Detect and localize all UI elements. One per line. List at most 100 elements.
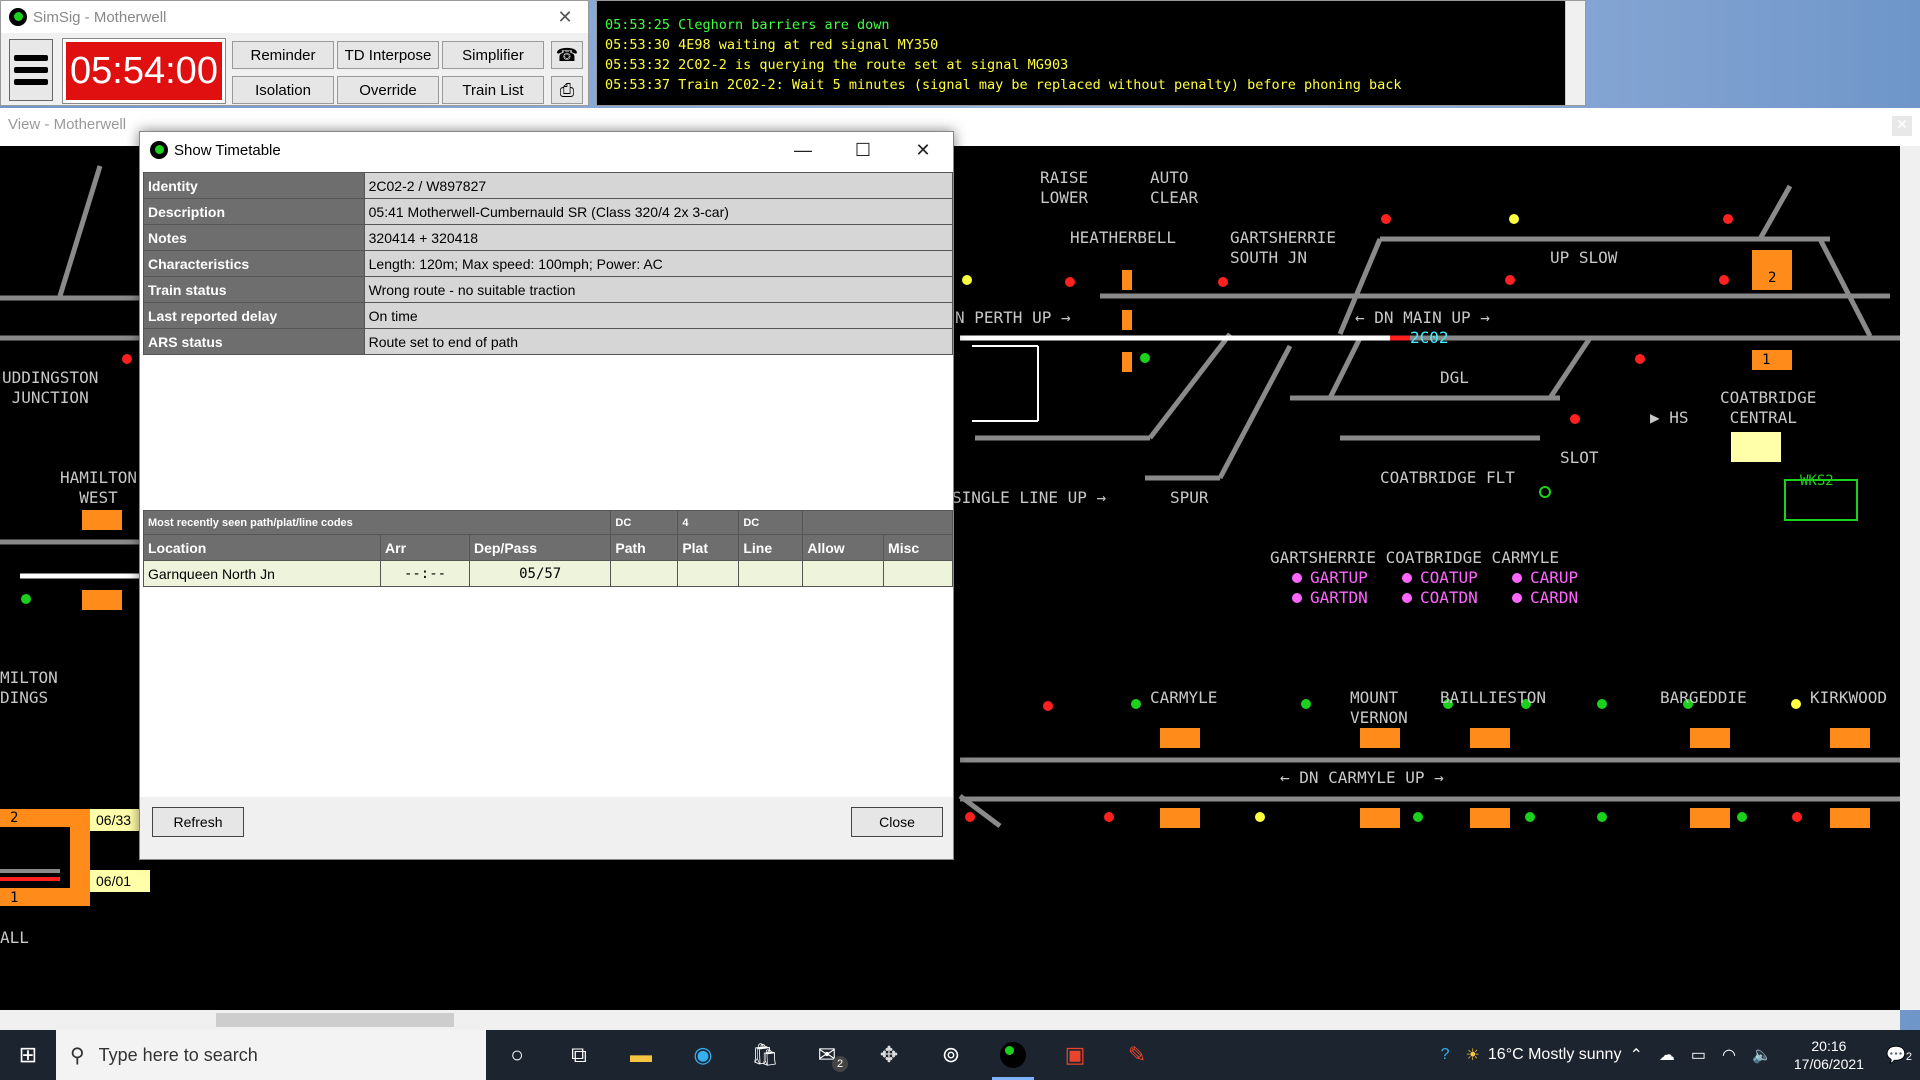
column-header[interactable]: Line [738,534,804,561]
battery-icon[interactable]: ▭ [1691,1045,1706,1065]
view-vertical-scrollbar[interactable] [1900,146,1920,1010]
dn-main-up-label: ← DN MAIN UP → [1355,308,1490,327]
override-button[interactable]: Override [337,76,439,104]
simplifier-button[interactable]: Simplifier [442,41,544,69]
sim-clock[interactable]: 05:54:00 [62,38,226,104]
cloud-icon[interactable]: ☁ [1659,1045,1675,1065]
printer-icon[interactable]: ⎙ [551,76,583,104]
simsig-main-window: SimSig - Motherwell ✕ 05:54:00 Reminder … [0,0,589,106]
codes-row: Most recently seen path/plat/line codes … [142,510,953,535]
clock-date: 17/06/2021 [1793,1056,1864,1072]
close-button[interactable]: Close [851,807,943,837]
info-row: Notes 320414 + 320418 [143,224,954,251]
windows-start-icon[interactable]: ⊞ [0,1030,56,1080]
maximize-icon[interactable]: ☐ [833,140,893,161]
info-key: Identity [143,172,365,199]
scrollbar-thumb[interactable] [216,1013,454,1027]
close-icon[interactable]: ✕ [893,140,953,161]
store-icon[interactable]: 🛍 [734,1030,796,1080]
column-header[interactable]: Arr [380,534,470,561]
train-headcode[interactable]: 2C02 [1410,328,1449,348]
telephone-icon[interactable]: ☎ [551,41,583,69]
message-line: 05:53:32 2C02-2 is querying the route se… [605,57,1069,73]
column-header[interactable]: Path [610,534,679,561]
simsig-logo-icon [1000,1042,1026,1068]
file-explorer-icon[interactable]: ▬ [610,1030,672,1080]
coatup-button[interactable]: COATUP [1402,568,1478,588]
taskbar-clock[interactable]: 20:16 17/06/2021 [1794,1037,1864,1073]
info-key: Train status [143,276,365,303]
info-value: Length: 120m; Max speed: 100mph; Power: … [363,250,954,277]
gartup-button[interactable]: GARTUP [1292,568,1368,588]
mail-badge: 2 [832,1056,848,1072]
hamilton-west-label: HAMILTON WEST [60,468,138,507]
all-label: ALL [0,928,29,947]
simsig-window-title: SimSig - Motherwell [33,8,167,26]
dn-carmyle-up-label: ← DN CARMYLE UP → [1280,768,1444,787]
close-icon[interactable]: ✕ [542,7,588,28]
task-view-icon[interactable]: ⧉ [548,1030,610,1080]
group-headings: GARTSHERRIE COATBRIDGE CARMYLE [1270,548,1559,567]
coatbridge-flt-label: COATBRIDGE FLT [1380,468,1515,487]
close-icon[interactable]: ✕ [1892,116,1912,136]
coatdn-button[interactable]: COATDN [1402,588,1478,608]
train-list-button[interactable]: Train List [442,76,544,104]
hamburger-menu-button[interactable] [9,39,53,101]
column-header[interactable]: Plat [677,534,740,561]
refresh-button[interactable]: Refresh [152,807,244,837]
info-value: Route set to end of path [363,328,954,355]
raise-label: RAISE [1040,168,1089,187]
allow-cell [802,560,885,587]
timetable-berth-0633[interactable]: 06/33 [96,810,131,830]
slot-label: SLOT [1560,448,1599,467]
editor-app-icon[interactable]: ✎ [1106,1030,1168,1080]
carup-button[interactable]: CARUP [1512,568,1578,588]
reminder-button[interactable]: Reminder [232,41,334,69]
search-icon: ⚲ [70,1044,85,1067]
cortana-icon[interactable]: ○ [486,1030,548,1080]
info-row: Train status Wrong route - no suitable tr… [143,276,954,303]
gartdn-button[interactable]: GARTDN [1292,588,1368,608]
table-row[interactable]: Garnqueen North Jn --:-- 05/57 [142,560,953,587]
cardn-button[interactable]: CARDN [1512,588,1578,608]
minimize-icon[interactable]: — [773,140,833,161]
platform-2-label: 2 [1768,270,1777,286]
chevron-up-icon[interactable]: ⌃ [1629,1045,1642,1065]
weather-text[interactable]: 16°C Mostly sunny [1488,1046,1622,1064]
plat-cell [677,560,740,587]
simsig-titlebar: SimSig - Motherwell ✕ [1,1,588,33]
clear-label: CLEAR [1150,188,1199,207]
dialog-title: Show Timetable [174,141,281,159]
notifications-icon[interactable]: 💬2 [1886,1045,1912,1065]
column-header[interactable]: Allow [802,534,885,561]
column-header[interactable]: Location [142,534,382,561]
app-circle-icon[interactable]: ⊚ [920,1030,982,1080]
office-icon[interactable]: ▣ [1044,1030,1106,1080]
taskbar-search-box[interactable]: ⚲ Type here to search [56,1030,486,1080]
info-value: 05:41 Motherwell-Cumbernauld SR (Class 3… [363,198,954,225]
up-slow-label: UP SLOW [1550,248,1618,267]
carmyle-label: CARMYLE [1150,688,1218,707]
volume-icon[interactable]: 🔈 [1752,1045,1772,1065]
simsig-taskbar-icon[interactable] [982,1030,1044,1080]
message-log[interactable]: 05:53:25 Cleghorn barriers are down 05:5… [596,0,1586,106]
wifi-icon[interactable]: ◠ [1722,1045,1736,1065]
dropbox-icon[interactable]: ✥ [858,1030,920,1080]
column-header[interactable]: Misc [883,534,953,561]
column-header[interactable]: Dep/Pass [468,534,612,561]
isolation-button[interactable]: Isolation [232,76,334,104]
info-key: Characteristics [143,250,365,277]
help-icon[interactable]: ? [1441,1046,1450,1064]
td-interpose-button[interactable]: TD Interpose [337,41,439,69]
info-value: 320414 + 320418 [363,224,954,251]
view-window-title: View - Motherwell [8,116,127,133]
edge-browser-icon[interactable]: ◉ [672,1030,734,1080]
message-log-scrollbar[interactable] [1565,1,1585,105]
timetable-berth-0601[interactable]: 06/01 [96,871,131,891]
codes-line: DC [738,510,804,535]
wks2-label: WKS2 [1800,473,1834,489]
mail-icon[interactable]: ✉ 2 [796,1030,858,1080]
info-row: ARS status Route set to end of path [143,328,954,355]
view-horizontal-scrollbar[interactable] [0,1010,1900,1030]
info-value: 2C02-2 / W897827 [363,172,954,199]
